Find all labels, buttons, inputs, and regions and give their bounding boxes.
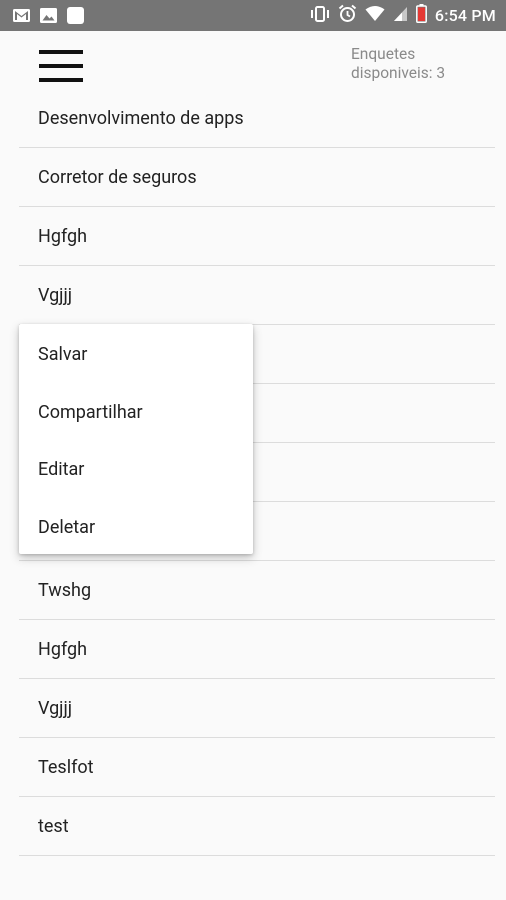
counter-line-2: disponiveis: 3: [351, 64, 446, 82]
list-item[interactable]: Desenvolvimento de apps: [19, 89, 495, 148]
list-item[interactable]: test: [19, 797, 495, 856]
menu-item-editar[interactable]: Editar: [19, 441, 253, 499]
menu-item-deletar[interactable]: Deletar: [19, 499, 253, 557]
system-icons: 6:54 PM: [310, 0, 496, 31]
menu-item-salvar[interactable]: Salvar: [19, 326, 253, 384]
list-item[interactable]: Corretor de seguros: [19, 148, 495, 207]
list-item[interactable]: Vgjjj: [19, 679, 495, 738]
menu-item-compartilhar[interactable]: Compartilhar: [19, 384, 253, 442]
image-icon: [39, 6, 58, 25]
wifi-icon: [365, 5, 385, 26]
polls-counter: Enquetes disponiveis: 3: [351, 45, 491, 83]
notification-icons: [12, 6, 85, 25]
list-item[interactable]: Teslfot: [19, 738, 495, 797]
blank-notification-icon: [66, 6, 85, 25]
list-item[interactable]: Hgfgh: [19, 620, 495, 679]
vibrate-icon: [310, 5, 330, 27]
status-bar: 6:54 PM: [0, 0, 506, 31]
context-menu: Salvar Compartilhar Editar Deletar: [19, 324, 253, 554]
battery-icon: [415, 4, 427, 27]
gmail-icon: [12, 6, 31, 25]
list-item[interactable]: Vgjjj: [19, 266, 495, 325]
list-item[interactable]: Hgfgh: [19, 207, 495, 266]
signal-icon: [393, 6, 408, 26]
list-item[interactable]: Twshg: [19, 561, 495, 620]
status-time: 6:54 PM: [434, 6, 496, 25]
counter-line-1: Enquetes: [351, 45, 416, 63]
hamburger-menu-icon[interactable]: [39, 50, 85, 84]
alarm-icon: [338, 4, 357, 27]
